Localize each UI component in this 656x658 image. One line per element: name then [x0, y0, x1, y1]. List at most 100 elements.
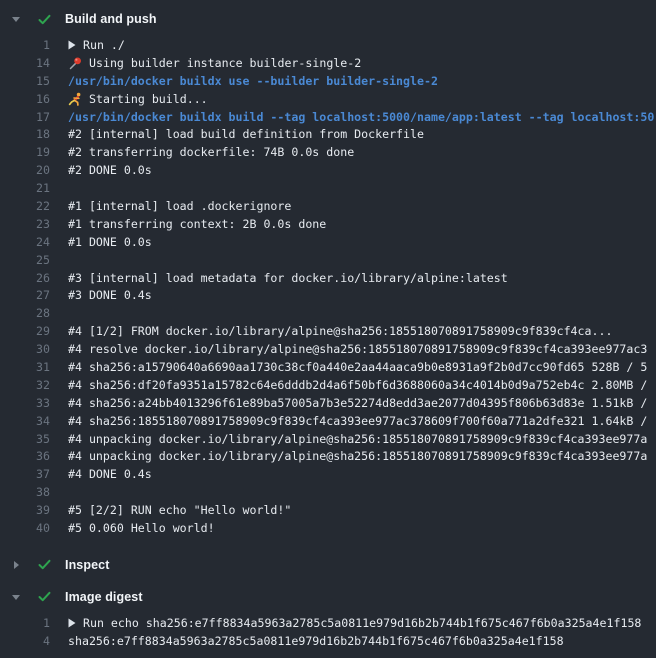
- section-header-build-and-push[interactable]: Build and push: [0, 8, 656, 30]
- log-line: 18 #2 [internal] load build definition fr…: [0, 125, 656, 143]
- line-number[interactable]: 4: [0, 634, 50, 648]
- line-number[interactable]: 1: [0, 616, 50, 630]
- line-text: #4 unpacking docker.io/library/alpine@sh…: [68, 449, 647, 463]
- line-content: #4 [1/2] FROM docker.io/library/alpine@s…: [68, 324, 612, 338]
- line-text: #4 unpacking docker.io/library/alpine@sh…: [68, 432, 647, 446]
- line-number[interactable]: 23: [0, 217, 50, 231]
- line-text: Run echo sha256:e7ff8834a5963a2785c5a081…: [68, 616, 641, 630]
- line-number[interactable]: 26: [0, 271, 50, 285]
- section-title: Image digest: [65, 590, 143, 604]
- section-build-and-push: Build and push 1 Run ./ 14 Using builder ins…: [0, 8, 656, 542]
- log-line: 1 Run echo sha256:e7ff8834a5963a2785c5a08…: [0, 614, 656, 632]
- line-number[interactable]: 19: [0, 145, 50, 159]
- line-content: Using builder instance builder-single-2: [89, 56, 361, 70]
- line-content: #1 DONE 0.0s: [68, 235, 152, 249]
- log-line: 25: [0, 251, 656, 269]
- line-text: #4 [1/2] FROM docker.io/library/alpine@s…: [68, 324, 612, 338]
- caret-right-icon: [11, 560, 21, 570]
- line-text: #1 [internal] load .dockerignore: [68, 199, 291, 213]
- line-text: #4 sha256:df20fa9351a15782c64e6dddb2d4a6…: [68, 378, 647, 392]
- line-number[interactable]: 37: [0, 467, 50, 481]
- line-content: #4 sha256:a24bb4013296f61e89ba57005a7b3e…: [68, 396, 647, 410]
- play-icon[interactable]: [68, 40, 76, 50]
- log-line: 17/usr/bin/docker buildx build --tag loc…: [0, 108, 656, 126]
- line-number[interactable]: 38: [0, 485, 50, 499]
- line-content: #4 unpacking docker.io/library/alpine@sh…: [68, 432, 647, 446]
- section-title: Inspect: [65, 558, 109, 572]
- line-number[interactable]: 16: [0, 92, 50, 106]
- runner-icon: [68, 92, 82, 106]
- line-content: #2 transferring dockerfile: 74B 0.0s don…: [68, 145, 354, 159]
- section-header-image-digest[interactable]: Image digest: [0, 586, 656, 608]
- line-number[interactable]: 35: [0, 432, 50, 446]
- line-text: Run ./: [68, 38, 125, 52]
- line-number[interactable]: 29: [0, 324, 50, 338]
- line-content: /usr/bin/docker buildx use --builder bui…: [68, 74, 438, 88]
- line-number[interactable]: 21: [0, 181, 50, 195]
- line-number[interactable]: 20: [0, 163, 50, 177]
- line-content: #1 transferring context: 2B 0.0s done: [68, 217, 326, 231]
- log-line: 29 #4 [1/2] FROM docker.io/library/alpine…: [0, 322, 656, 340]
- log-line: 27 #3 DONE 0.4s: [0, 286, 656, 304]
- line-content: #5 0.060 Hello world!: [68, 521, 215, 535]
- check-icon: [37, 12, 52, 27]
- log-line: 23 #1 transferring context: 2B 0.0s done: [0, 215, 656, 233]
- caret-down-icon: [11, 14, 21, 24]
- line-number[interactable]: 1: [0, 38, 50, 52]
- line-number[interactable]: 24: [0, 235, 50, 249]
- line-text: #4 sha256:a24bb4013296f61e89ba57005a7b3e…: [68, 396, 647, 410]
- line-text: #5 0.060 Hello world!: [68, 521, 215, 535]
- log-line: 30 #4 resolve docker.io/library/alpine@sh…: [0, 340, 656, 358]
- line-number[interactable]: 25: [0, 253, 50, 267]
- line-number[interactable]: 27: [0, 288, 50, 302]
- line-number[interactable]: 32: [0, 378, 50, 392]
- line-number[interactable]: 28: [0, 306, 50, 320]
- log-line: 33 #4 sha256:a24bb4013296f61e89ba57005a7b…: [0, 394, 656, 412]
- log-line: 32 #4 sha256:df20fa9351a15782c64e6dddb2d4…: [0, 376, 656, 394]
- log-line: 19 #2 transferring dockerfile: 74B 0.0s d…: [0, 143, 656, 161]
- section-header-inspect[interactable]: Inspect: [0, 554, 656, 576]
- line-number[interactable]: 36: [0, 449, 50, 463]
- line-text: #2 transferring dockerfile: 74B 0.0s don…: [68, 145, 354, 159]
- line-number[interactable]: 40: [0, 521, 50, 535]
- line-number[interactable]: 14: [0, 56, 50, 70]
- section-image-digest: Image digest 1 Run echo sha256:e7ff8834a59…: [0, 586, 656, 655]
- log-block: 1 Run ./ 14 Using builder instance builder-…: [0, 30, 656, 542]
- section-title: Build and push: [65, 12, 157, 26]
- line-content: #5 [2/2] RUN echo "Hello world!": [68, 503, 291, 517]
- play-icon[interactable]: [68, 618, 76, 628]
- line-content: #4 DONE 0.4s: [68, 467, 152, 481]
- line-number[interactable]: 30: [0, 342, 50, 356]
- line-number[interactable]: 39: [0, 503, 50, 517]
- line-text: #2 [internal] load build definition from…: [68, 127, 424, 141]
- log-line: 35 #4 unpacking docker.io/library/alpine@…: [0, 430, 656, 448]
- line-text: #4 sha256:a15790640a6690aa1730c38cf0a440…: [68, 360, 647, 374]
- line-text: #3 DONE 0.4s: [68, 288, 152, 302]
- line-number[interactable]: 33: [0, 396, 50, 410]
- line-number[interactable]: 34: [0, 414, 50, 428]
- log-line: 36 #4 unpacking docker.io/library/alpine@…: [0, 447, 656, 465]
- log-line: 39 #5 [2/2] RUN echo "Hello world!": [0, 501, 656, 519]
- log-line: 34#4 sha256:185518070891758909c9f839cf4c…: [0, 412, 656, 430]
- check-icon: [37, 557, 52, 572]
- line-content: #4 sha256:a15790640a6690aa1730c38cf0a440…: [68, 360, 647, 374]
- log-line: 40 #5 0.060 Hello world!: [0, 519, 656, 537]
- line-content: #3 DONE 0.4s: [68, 288, 152, 302]
- log-line: 38: [0, 483, 656, 501]
- log-line: 4 sha256:e7ff8834a5963a2785c5a0811e979d16…: [0, 632, 656, 650]
- line-number[interactable]: 18: [0, 127, 50, 141]
- line-number[interactable]: 17: [0, 110, 50, 124]
- line-number[interactable]: 22: [0, 199, 50, 213]
- log-line: 14 Using builder instance builder-single-…: [0, 54, 656, 72]
- actions-log-viewer: Build and push1Run ./14Using builder ins…: [0, 0, 656, 658]
- line-content: #2 [internal] load build definition from…: [68, 127, 424, 141]
- log-line: 31 #4 sha256:a15790640a6690aa1730c38cf0a4…: [0, 358, 656, 376]
- line-number[interactable]: 31: [0, 360, 50, 374]
- line-number[interactable]: 15: [0, 74, 50, 88]
- line-content: #1 [internal] load .dockerignore: [68, 199, 291, 213]
- line-content: sha256:e7ff8834a5963a2785c5a0811e979d16b…: [68, 634, 564, 648]
- line-content: #4 sha256:df20fa9351a15782c64e6dddb2d4a6…: [68, 378, 647, 392]
- line-text: #4 resolve docker.io/library/alpine@sha2…: [68, 342, 647, 356]
- log-sections: Build and push1Run ./14Using builder ins…: [0, 8, 656, 655]
- caret-down-icon: [11, 592, 21, 602]
